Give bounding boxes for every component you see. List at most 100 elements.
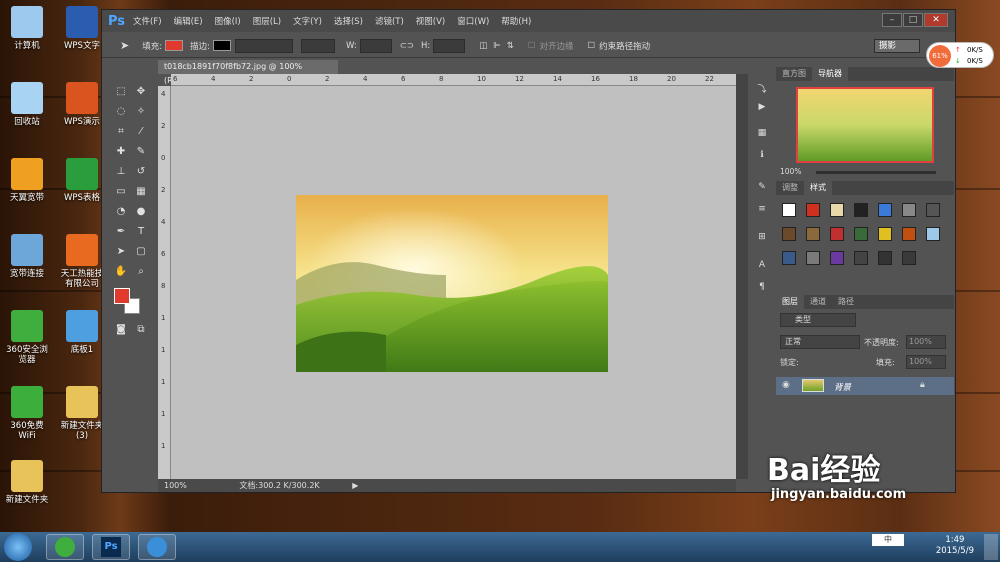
desktop-icon[interactable]: 天翼宽带	[2, 158, 52, 203]
style-swatch[interactable]	[854, 203, 868, 217]
style-swatch[interactable]	[902, 251, 916, 265]
healing-brush-icon[interactable]: ✚	[112, 144, 130, 160]
menu-help[interactable]: 帮助(H)	[501, 15, 531, 27]
path-arrangement-icon[interactable]: ⇅	[507, 41, 514, 51]
type-tool-icon[interactable]: T	[132, 224, 150, 240]
maximize-button[interactable]: □	[903, 13, 923, 27]
tab-histogram[interactable]: 直方图	[776, 67, 812, 81]
close-button[interactable]: ✕	[924, 13, 948, 27]
brush-icon[interactable]: ✎	[755, 182, 769, 194]
crop-tool-icon[interactable]: ⌗	[112, 124, 130, 140]
style-swatch[interactable]	[926, 203, 940, 217]
desktop-icon[interactable]: 底板1	[57, 310, 107, 355]
path-operations-icon[interactable]: ◫	[479, 41, 487, 51]
workspace-dropdown[interactable]: 摄影	[874, 38, 920, 53]
desktop-icon[interactable]: 新建文件夹	[2, 460, 52, 505]
style-swatch[interactable]	[830, 227, 844, 241]
layer-comps-icon[interactable]: ▦	[755, 128, 769, 140]
link-icon[interactable]: ⊂⊃	[400, 41, 414, 51]
layer-row-background[interactable]: ◉ 背景 🔒︎	[776, 377, 954, 395]
desktop-icon[interactable]: 360安全浏览器	[2, 310, 52, 365]
network-speed-widget[interactable]: 61% ↑ 0K/S ↓ 0K/S	[926, 42, 994, 68]
eyedropper-icon[interactable]: ⁄	[132, 124, 150, 140]
style-swatch[interactable]	[878, 203, 892, 217]
style-swatch[interactable]	[878, 227, 892, 241]
menu-select[interactable]: 选择(S)	[334, 15, 363, 27]
stroke-swatch[interactable]	[212, 40, 231, 51]
menu-image[interactable]: 图像(I)	[215, 15, 241, 27]
desktop-icon[interactable]: 宽带连接	[2, 234, 52, 279]
style-swatch[interactable]	[782, 227, 796, 241]
stamp-tool-icon[interactable]: ⊥	[112, 164, 130, 180]
path-select-tool-icon[interactable]: ➤	[120, 39, 129, 52]
show-desktop-button[interactable]	[984, 534, 998, 560]
tab-navigator[interactable]: 导航器	[812, 67, 848, 81]
landscape-image[interactable]	[296, 195, 608, 372]
height-input[interactable]	[433, 38, 466, 53]
navigator-preview[interactable]	[796, 87, 934, 163]
pen-tool-icon[interactable]: ✒	[112, 224, 130, 240]
taskbar-360-browser[interactable]	[46, 534, 84, 560]
info-icon[interactable]: ℹ	[755, 150, 769, 162]
eraser-icon[interactable]: ▭	[112, 184, 130, 200]
style-swatch[interactable]	[782, 203, 796, 217]
desktop-icon[interactable]: WPS文字	[57, 6, 107, 51]
desktop-icon[interactable]: 360免费WiFi	[2, 386, 52, 441]
shape-tool-icon[interactable]: ▢	[132, 244, 150, 260]
start-button[interactable]	[4, 533, 32, 561]
vertical-scrollbar[interactable]	[736, 74, 748, 479]
gradient-tool-icon[interactable]: ▦	[132, 184, 150, 200]
menu-layer[interactable]: 图层(L)	[253, 15, 281, 27]
quick-mask-icon[interactable]: ◙	[112, 322, 130, 338]
path-select-icon[interactable]: ➤	[112, 244, 130, 260]
brush-presets-icon[interactable]: ≡	[755, 204, 769, 216]
align-edges-checkbox[interactable]: ☐	[528, 41, 536, 51]
tab-layers[interactable]: 图层	[776, 295, 804, 309]
marquee-tool-icon[interactable]: ⬚	[112, 84, 130, 100]
style-swatch[interactable]	[854, 251, 868, 265]
width-input[interactable]	[359, 38, 392, 53]
memory-usage-badge[interactable]: 61%	[929, 45, 951, 67]
fill-swatch[interactable]	[165, 40, 184, 51]
constrain-path-checkbox[interactable]: ☐	[587, 41, 595, 51]
visibility-eye-icon[interactable]: ◉	[782, 380, 790, 390]
fill-input[interactable]: 100%	[906, 355, 946, 369]
menu-type[interactable]: 文字(Y)	[293, 15, 322, 27]
desktop-icon[interactable]: 回收站	[2, 82, 52, 127]
desktop-icon[interactable]: 天工热能技有限公司	[57, 234, 107, 289]
navigator-zoom[interactable]: 100%	[780, 167, 801, 176]
style-swatch[interactable]	[830, 203, 844, 217]
taskbar-photoshop[interactable]: Ps	[92, 534, 130, 560]
desktop-icon[interactable]: 新建文件夹(3)	[57, 386, 107, 441]
dodge-tool-icon[interactable]: ●	[132, 204, 150, 220]
brush-tool-icon[interactable]: ✎	[132, 144, 150, 160]
menu-window[interactable]: 窗口(W)	[457, 15, 489, 27]
clone-source-icon[interactable]: ⊞	[755, 232, 769, 244]
tab-styles[interactable]: 样式	[804, 181, 832, 195]
opacity-input[interactable]: 100%	[906, 335, 946, 349]
style-swatch[interactable]	[902, 227, 916, 241]
screen-mode-icon[interactable]: ⧉	[132, 322, 150, 338]
tab-adjustments[interactable]: 调整	[776, 181, 804, 195]
stroke-width-dropdown[interactable]	[234, 38, 293, 53]
menu-file[interactable]: 文件(F)	[133, 15, 162, 27]
style-swatch[interactable]	[854, 227, 868, 241]
zoom-level[interactable]: 100%	[164, 481, 187, 490]
style-swatch[interactable]	[806, 251, 820, 265]
taskbar-qq-manager[interactable]	[138, 534, 176, 560]
history-icon[interactable]: ⤵	[755, 82, 769, 95]
style-swatch[interactable]	[782, 251, 796, 265]
layer-kind-filter[interactable]: 类型	[780, 313, 856, 327]
menu-filter[interactable]: 滤镜(T)	[375, 15, 404, 27]
navigator-zoom-slider[interactable]	[816, 171, 936, 174]
desktop-icon[interactable]: 计算机	[2, 6, 52, 51]
path-alignment-icon[interactable]: ⊫	[493, 41, 500, 51]
tab-channels[interactable]: 通道	[804, 295, 832, 309]
style-swatch[interactable]	[902, 203, 916, 217]
system-clock[interactable]: 1:49 2015/5/9	[936, 535, 974, 557]
menu-view[interactable]: 视图(V)	[416, 15, 445, 27]
minimize-button[interactable]: –	[882, 13, 902, 27]
character-icon[interactable]: A	[755, 260, 769, 272]
move-tool-icon[interactable]: ✥	[132, 84, 150, 100]
hand-tool-icon[interactable]: ✋	[112, 264, 130, 280]
